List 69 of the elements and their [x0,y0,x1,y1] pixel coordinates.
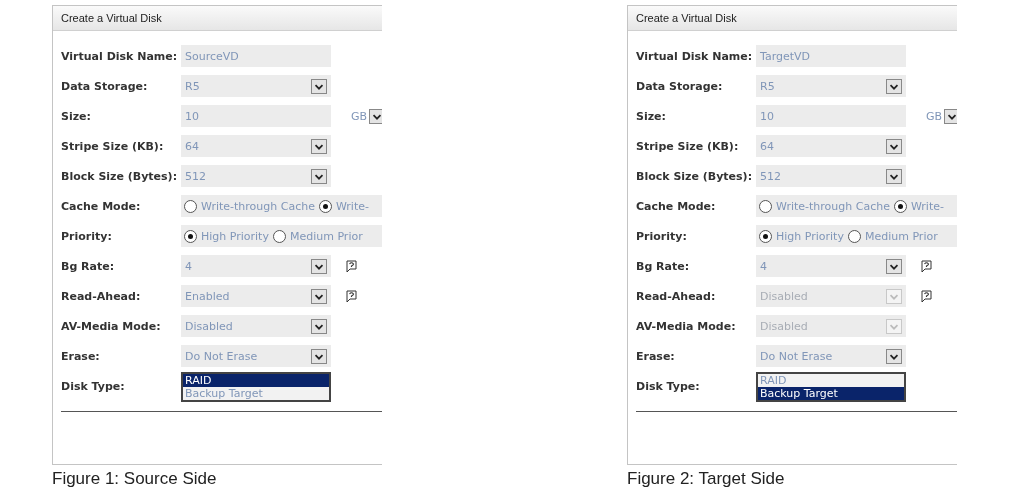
radio-button[interactable] [893,199,907,213]
radio-button[interactable] [184,199,197,213]
radio-label: Write- [910,199,944,213]
field-label: Erase: [636,349,676,363]
field-label: Read-Ahead: [636,289,717,303]
text-field[interactable]: 10 [756,105,906,127]
dialog-title: Create a Virtual Disk [636,12,737,24]
field-label: Disk Type: [61,379,126,393]
select-field[interactable]: Enabled [181,285,331,307]
unit-label: GB [926,109,943,123]
radio-label: High Priority [776,229,844,243]
radio-button[interactable] [759,229,772,243]
field-label: Bg Rate: [636,259,691,273]
field-label: Virtual Disk Name: [61,49,179,63]
field-label: AV-Media Mode: [61,319,162,333]
field-label: Bg Rate: [61,259,116,273]
select-field[interactable]: Do Not Erase [756,345,906,367]
text-field[interactable]: SourceVD [181,45,331,67]
list-option[interactable]: RAID [183,374,329,387]
unit-label: GB [351,109,368,123]
radio-button[interactable] [272,229,286,243]
select-field[interactable]: 64 [181,135,331,157]
list-option[interactable]: Backup Target [758,387,904,400]
field-label: Size: [636,109,667,123]
field-label: Erase: [61,349,101,363]
field-label: Read-Ahead: [61,289,142,303]
figure-caption: Figure 2: Target Side [627,469,786,489]
help-icon[interactable] [920,259,933,273]
field-label: Priority: [636,229,688,243]
text-field[interactable]: TargetVD [756,45,906,67]
field-label: Stripe Size (KB): [61,139,165,153]
select-field[interactable]: R5 [756,75,906,97]
field-label: Cache Mode: [61,199,142,213]
radio-label: Write-through Cache [776,199,890,213]
field-label: Disk Type: [636,379,701,393]
field-label: Size: [61,109,92,123]
help-icon[interactable] [345,259,358,273]
select-field[interactable]: 4 [181,255,331,277]
radio-button[interactable] [847,229,861,243]
radio-label: High Priority [201,229,269,243]
field-label: Block Size (Bytes): [61,169,179,183]
text-field[interactable]: 10 [181,105,331,127]
field-label: Cache Mode: [636,199,717,213]
field-label: Data Storage: [636,79,724,93]
field-label: Stripe Size (KB): [636,139,740,153]
field-label: Block Size (Bytes): [636,169,754,183]
field-label: Data Storage: [61,79,149,93]
radio-button[interactable] [184,229,197,243]
help-icon[interactable] [345,289,358,303]
radio-button[interactable] [318,199,332,213]
select-field[interactable]: 512 [756,165,906,187]
radio-label: Medium Prior [289,229,363,243]
field-label: Priority: [61,229,113,243]
radio-label: Write- [335,199,369,213]
figure-caption: Figure 1: Source Side [52,469,218,489]
list-option[interactable]: Backup Target [183,387,329,400]
select-field[interactable]: R5 [181,75,331,97]
select-field[interactable]: 4 [756,255,906,277]
field-label: Virtual Disk Name: [636,49,754,63]
radio-label: Medium Prior [864,229,938,243]
select-field[interactable]: Do Not Erase [181,345,331,367]
select-field[interactable]: Disabled [181,315,331,337]
select-field[interactable]: 512 [181,165,331,187]
field-label: AV-Media Mode: [636,319,737,333]
radio-button[interactable] [759,199,772,213]
dialog-title: Create a Virtual Disk [61,12,162,24]
radio-label: Write-through Cache [201,199,315,213]
list-option[interactable]: RAID [758,374,904,387]
select-field[interactable]: 64 [756,135,906,157]
